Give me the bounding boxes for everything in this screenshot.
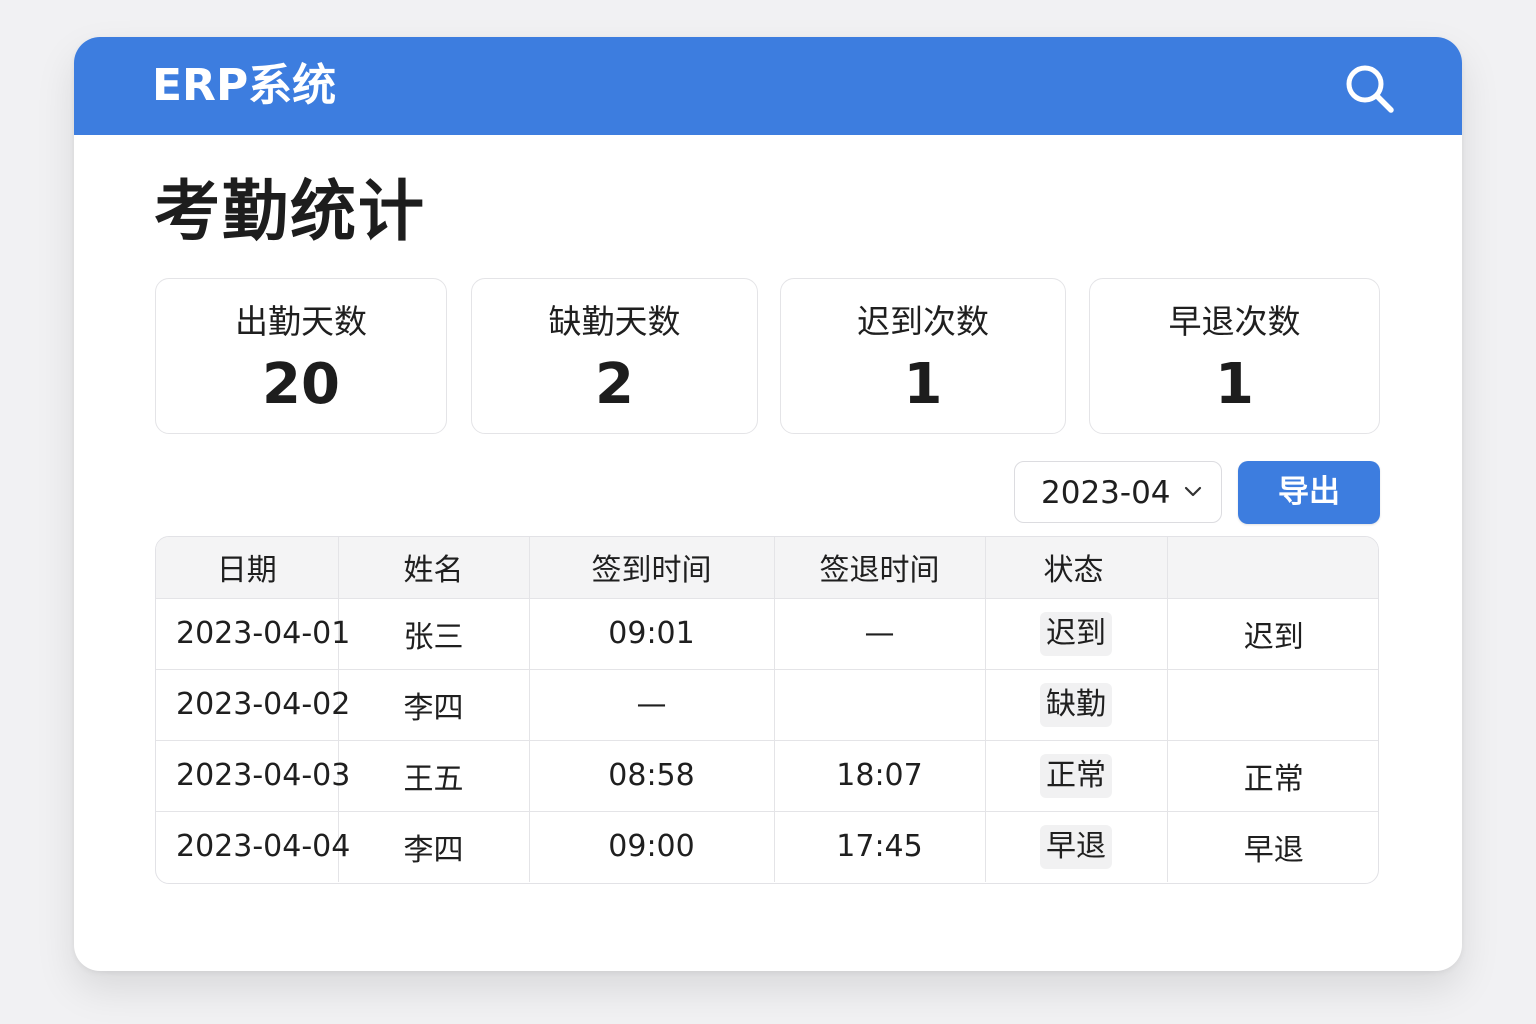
cell-check-in: 08:58 [529, 740, 775, 812]
column-header-name[interactable]: 姓名 [338, 537, 530, 599]
chevron-down-icon [1184, 486, 1202, 497]
export-button[interactable]: 导出 [1238, 461, 1380, 524]
table-header-row: 日期 姓名 签到时间 签退时间 状态 [156, 537, 1378, 599]
month-select[interactable]: 2023-04 [1014, 461, 1222, 523]
stat-label: 出勤天数 [235, 302, 367, 341]
cell-name: 张三 [338, 598, 530, 670]
cell-name: 李四 [338, 669, 530, 741]
stat-value: 1 [1215, 352, 1254, 417]
cell-check-out: 18:07 [774, 740, 986, 812]
stat-label: 缺勤天数 [548, 302, 681, 341]
table-row[interactable]: 2023-04-02 李四 — 缺勤 [156, 669, 1378, 741]
page-title: 考勤统计 [154, 173, 426, 250]
attendance-table: 日期 姓名 签到时间 签退时间 状态 2023-04-01 张三 09:01 —… [155, 536, 1379, 884]
column-header-status[interactable]: 状态 [985, 537, 1168, 599]
table-row[interactable]: 2023-04-03 王五 08:58 18:07 正常 正常 [156, 740, 1378, 812]
stat-label: 迟到次数 [857, 302, 989, 341]
table-row[interactable]: 2023-04-04 李四 09:00 17:45 早退 早退 [156, 811, 1378, 882]
column-header-check-out[interactable]: 签退时间 [774, 537, 986, 599]
status-badge: 正常 [1040, 753, 1112, 798]
stat-value: 20 [262, 352, 340, 417]
search-icon [1346, 65, 1394, 113]
cell-status-text: 正常 [1167, 740, 1378, 812]
month-select-value: 2023-04 [1041, 475, 1171, 511]
column-header-check-in[interactable]: 签到时间 [529, 537, 775, 599]
column-header-date[interactable]: 日期 [156, 537, 339, 599]
stat-card-absence-days: 缺勤天数 2 [471, 278, 758, 434]
cell-check-in: 09:00 [529, 811, 775, 882]
cell-status: 正常 [985, 740, 1168, 812]
cell-status-text [1167, 669, 1378, 741]
cell-check-out: 17:45 [774, 811, 986, 882]
cell-date: 2023-04-03 [156, 740, 350, 812]
app-title: ERP系统 [152, 60, 337, 111]
status-badge: 早退 [1040, 824, 1112, 869]
cell-status-text: 早退 [1243, 832, 1304, 868]
status-badge: 迟到 [1040, 611, 1112, 656]
top-bar: ERP系统 [74, 37, 1462, 135]
cell-status-text: 迟到 [1167, 598, 1378, 670]
cell-date: 2023-04-01 [156, 598, 350, 670]
stat-card-early-leave-count: 早退次数 1 [1089, 278, 1380, 434]
column-header-extra [1167, 537, 1378, 599]
cell-name: 王五 [338, 740, 530, 812]
app-window: ERP系统 考勤统计 出勤天数 20 缺勤天数 2 迟到次数 1 早退次数 1 … [74, 37, 1462, 971]
cell-check-in: — [529, 669, 775, 741]
stat-value: 1 [903, 352, 943, 417]
cell-status: 迟到 [985, 598, 1168, 670]
stat-label: 早退次数 [1168, 302, 1301, 341]
cell-date: 2023-04-02 [156, 669, 350, 741]
cell-status: 早退 [985, 811, 1168, 882]
stat-card-late-count: 迟到次数 1 [780, 278, 1066, 434]
table-row[interactable]: 2023-04-01 张三 09:01 — 迟到 迟到 [156, 598, 1378, 670]
cell-date: 2023-04-04 [156, 811, 350, 882]
search-button[interactable] [1342, 61, 1398, 117]
stat-value: 2 [595, 352, 634, 417]
cell-check-in: 09:01 [529, 598, 775, 670]
status-badge: 缺勤 [1040, 682, 1112, 727]
stat-card-attendance-days: 出勤天数 20 [155, 278, 447, 434]
cell-name: 李四 [338, 811, 530, 882]
cell-check-out: — [774, 598, 986, 670]
cell-status: 缺勤 [985, 669, 1168, 741]
cell-check-out [774, 669, 986, 741]
